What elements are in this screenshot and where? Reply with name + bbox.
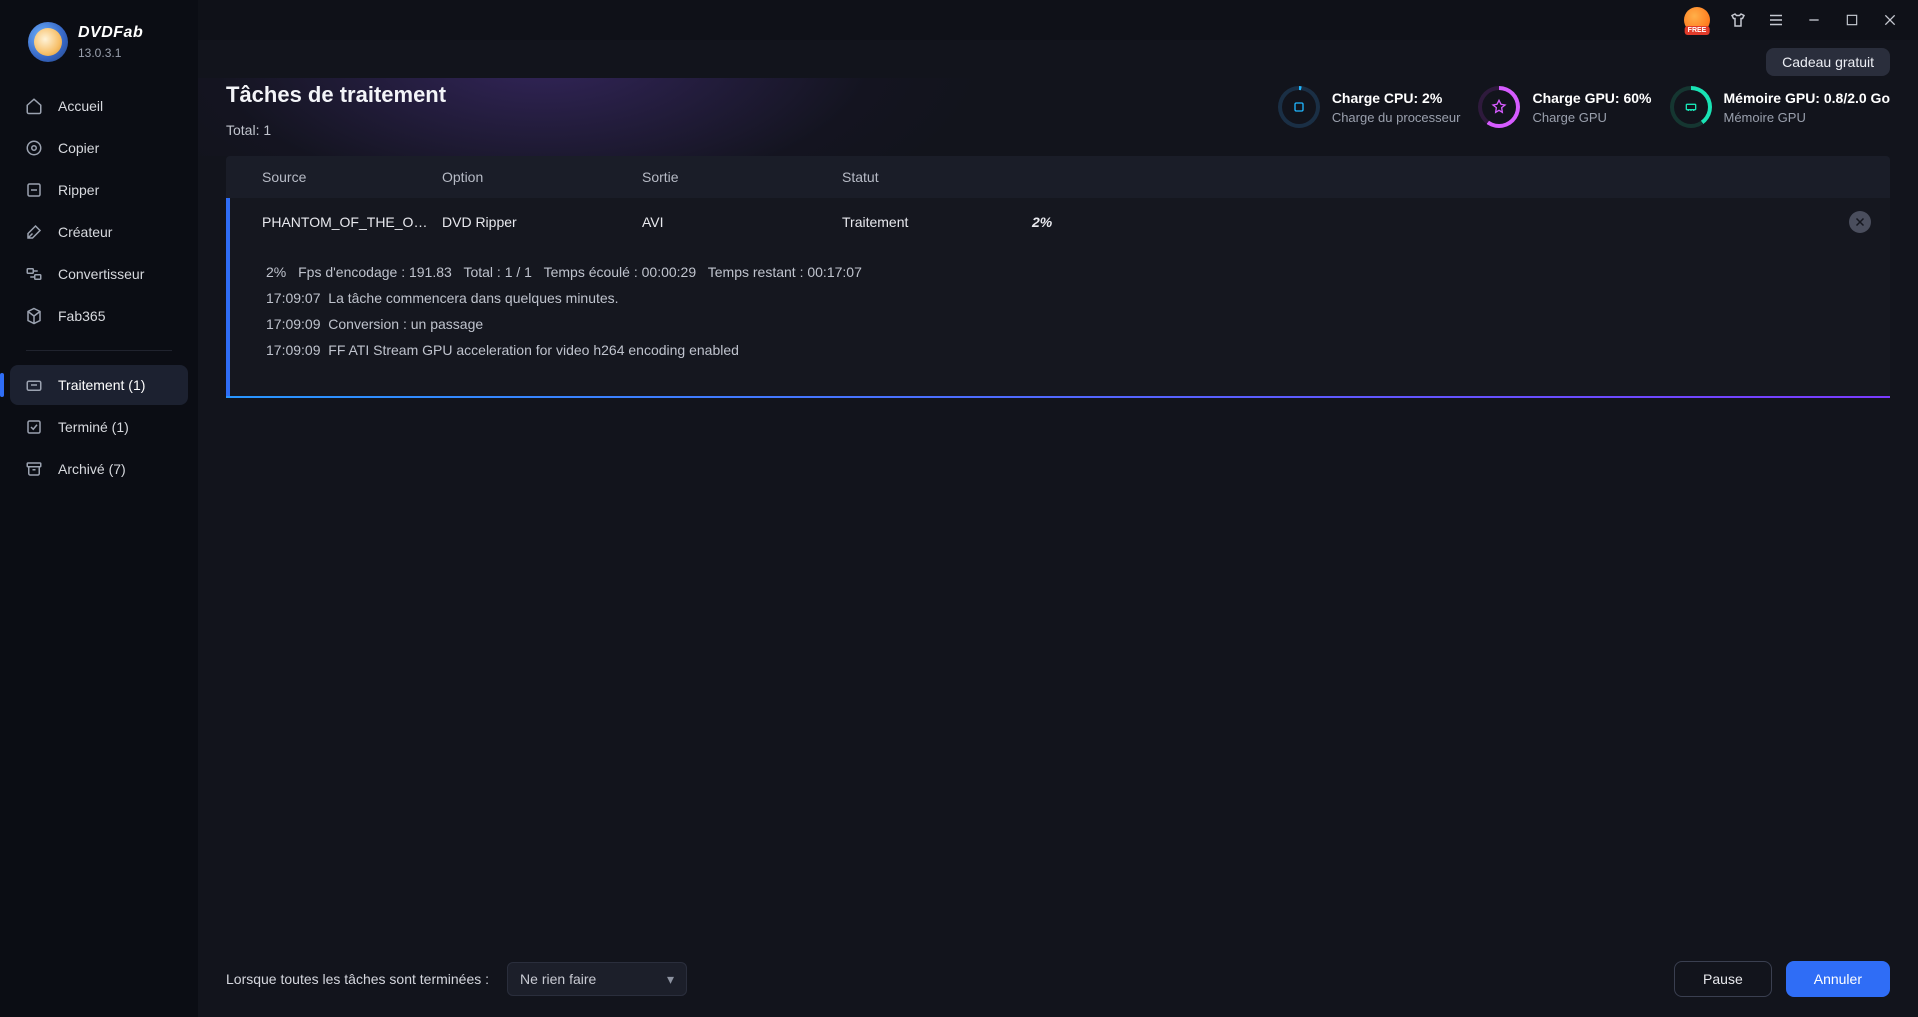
overall-progress-bar: [226, 396, 1890, 398]
sidebar-item-copier[interactable]: Copier: [10, 128, 188, 168]
maximize-button[interactable]: [1842, 10, 1862, 30]
task-table-header: Source Option Sortie Statut: [226, 156, 1890, 198]
minimize-button[interactable]: [1804, 10, 1824, 30]
cube-icon: [24, 306, 44, 326]
after-tasks-select[interactable]: Ne rien faire ▾: [507, 962, 687, 996]
gpu-ring-icon: [1478, 86, 1520, 128]
sidebar-item-ripper[interactable]: Ripper: [10, 170, 188, 210]
task-output: AVI: [642, 214, 842, 230]
cpu-ring-icon: [1278, 86, 1320, 128]
done-icon: [24, 417, 44, 437]
sidebar-item-convertisseur[interactable]: Convertisseur: [10, 254, 188, 294]
window-titlebar: [198, 0, 1918, 40]
nav-divider: [26, 350, 172, 351]
gift-button-label: Cadeau gratuit: [1782, 54, 1874, 70]
task-log-line: 17:09:09 FF ATI Stream GPU acceleration …: [266, 342, 1870, 358]
task-log-line: 17:09:09 Conversion : un passage: [266, 316, 1870, 332]
page-title: Tâches de traitement: [226, 82, 446, 108]
task-status: Traitement: [842, 214, 1032, 230]
stat-gpu-title: Charge GPU: 60%: [1532, 90, 1651, 106]
stat-gpu-sub: Charge GPU: [1532, 110, 1651, 125]
column-source: Source: [262, 169, 442, 185]
task-source: PHANTOM_OF_THE_OPE...: [262, 214, 442, 230]
sidebar-item-createur[interactable]: Créateur: [10, 212, 188, 252]
stat-mem-sub: Mémoire GPU: [1724, 110, 1891, 125]
app-logo-icon: [28, 22, 68, 62]
promo-badge-icon[interactable]: [1684, 7, 1710, 33]
after-tasks-label: Lorsque toutes les tâches sont terminées…: [226, 971, 489, 987]
stat-mem-title: Mémoire GPU: 0.8/2.0 Go: [1724, 90, 1891, 106]
creator-icon: [24, 222, 44, 242]
gift-button[interactable]: Cadeau gratuit: [1766, 48, 1890, 76]
sidebar-item-archive[interactable]: Archivé (7): [10, 449, 188, 489]
main-area: Cadeau gratuit Tâches de traitement Tota…: [198, 0, 1918, 1017]
home-icon: [24, 96, 44, 116]
column-statut: Statut: [842, 169, 1032, 185]
stat-cpu-sub: Charge du processeur: [1332, 110, 1461, 125]
stat-cpu-title: Charge CPU: 2%: [1332, 90, 1461, 106]
sidebar-item-fab365[interactable]: Fab365: [10, 296, 188, 336]
after-tasks-select-value: Ne rien faire: [520, 971, 596, 987]
stat-gpu: Charge GPU: 60% Charge GPU: [1478, 86, 1651, 128]
cancel-all-button[interactable]: Annuler: [1786, 961, 1890, 997]
chevron-down-icon: ▾: [667, 971, 674, 988]
task-log-line: 17:09:07 La tâche commencera dans quelqu…: [266, 290, 1870, 306]
sidebar-item-label: Accueil: [58, 98, 103, 114]
tshirt-icon[interactable]: [1728, 10, 1748, 30]
sidebar-item-accueil[interactable]: Accueil: [10, 86, 188, 126]
task-progress: 2%: [1032, 214, 1830, 230]
sidebar: DVDFab 13.0.3.1 Accueil Copier Ripper Cr…: [0, 0, 198, 1017]
task-details: 2% Fps d'encodage : 191.83 Total : 1 / 1…: [230, 246, 1890, 396]
footer: Lorsque toutes les tâches sont terminées…: [198, 941, 1918, 1017]
cancel-all-button-label: Annuler: [1814, 971, 1862, 987]
task-row-group: PHANTOM_OF_THE_OPE... DVD Ripper AVI Tra…: [226, 198, 1890, 396]
brand-block: DVDFab 13.0.3.1: [0, 0, 198, 80]
convert-icon: [24, 264, 44, 284]
sidebar-item-label: Traitement (1): [58, 377, 145, 393]
archive-icon: [24, 459, 44, 479]
stat-mem: Mémoire GPU: 0.8/2.0 Go Mémoire GPU: [1670, 86, 1891, 128]
ripper-icon: [24, 180, 44, 200]
pause-button[interactable]: Pause: [1674, 961, 1772, 997]
sidebar-item-label: Copier: [58, 140, 99, 156]
mem-ring-icon: [1670, 86, 1712, 128]
processing-icon: [24, 375, 44, 395]
task-total: Total: 1: [226, 122, 446, 138]
hamburger-menu-icon[interactable]: [1766, 10, 1786, 30]
sidebar-item-label: Convertisseur: [58, 266, 144, 282]
task-cancel-button[interactable]: [1849, 211, 1871, 233]
resource-stats: Charge CPU: 2% Charge du processeur Char…: [1278, 86, 1890, 128]
sidebar-item-label: Ripper: [58, 182, 99, 198]
app-name: DVDFab: [78, 24, 143, 42]
main-nav: Accueil Copier Ripper Créateur Convertis…: [0, 80, 198, 489]
sidebar-item-label: Archivé (7): [58, 461, 126, 477]
sidebar-item-label: Fab365: [58, 308, 105, 324]
task-option: DVD Ripper: [442, 214, 642, 230]
task-row[interactable]: PHANTOM_OF_THE_OPE... DVD Ripper AVI Tra…: [230, 198, 1890, 246]
column-sortie: Sortie: [642, 169, 842, 185]
column-option: Option: [442, 169, 642, 185]
stat-cpu: Charge CPU: 2% Charge du processeur: [1278, 86, 1461, 128]
sidebar-item-label: Créateur: [58, 224, 112, 240]
app-version: 13.0.3.1: [78, 46, 143, 60]
pause-button-label: Pause: [1703, 971, 1743, 987]
sidebar-item-label: Terminé (1): [58, 419, 129, 435]
copy-icon: [24, 138, 44, 158]
close-window-button[interactable]: [1880, 10, 1900, 30]
task-summary-line: 2% Fps d'encodage : 191.83 Total : 1 / 1…: [266, 264, 1870, 280]
sidebar-item-termine[interactable]: Terminé (1): [10, 407, 188, 447]
sidebar-item-traitement[interactable]: Traitement (1): [10, 365, 188, 405]
